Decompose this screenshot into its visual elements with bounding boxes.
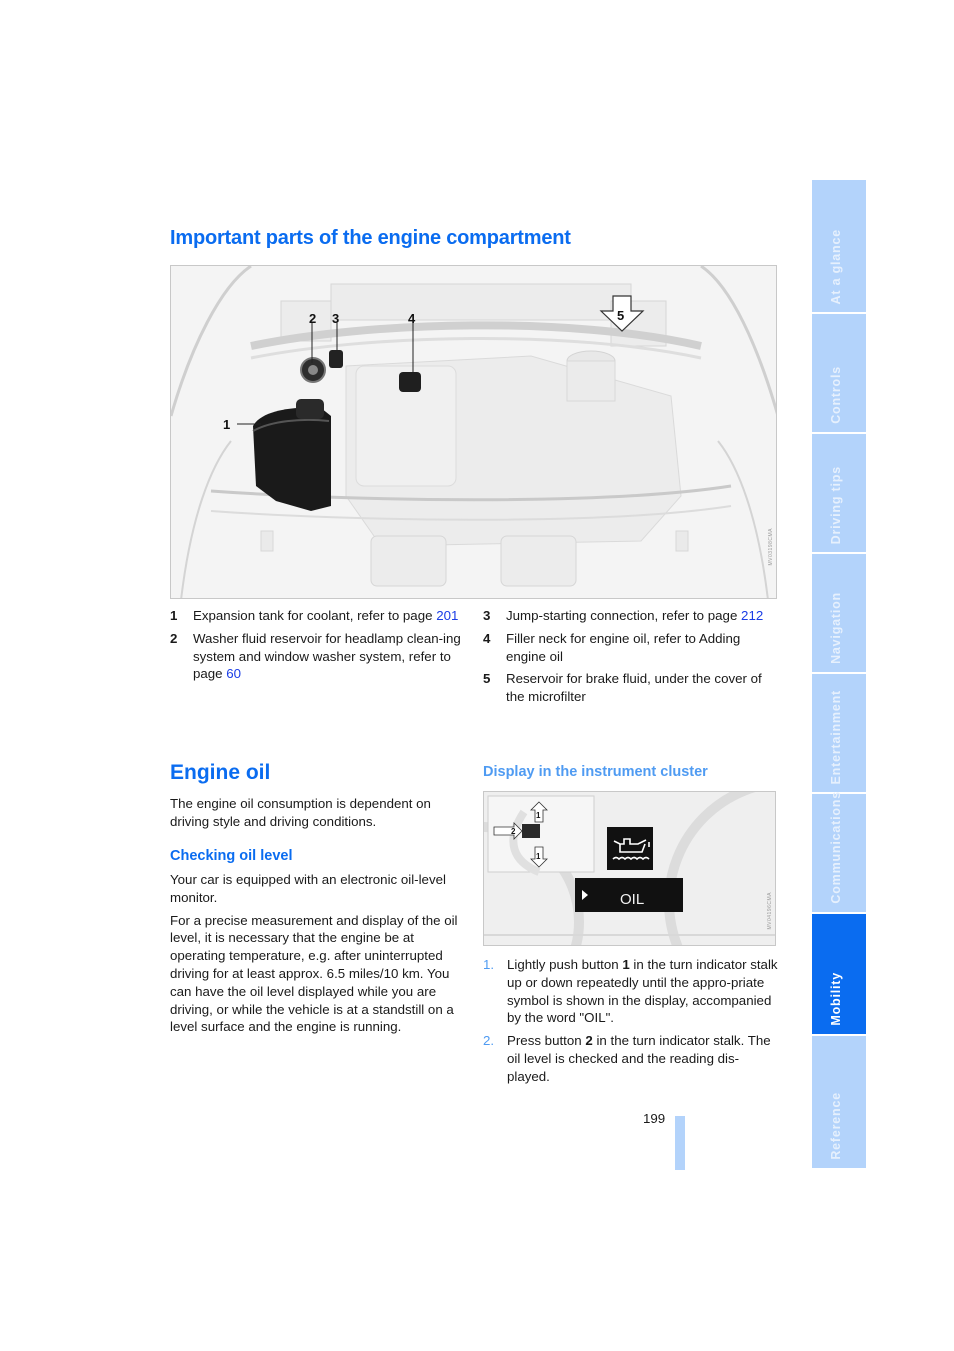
legend-text: Jump-starting connection, refer to page <box>506 608 742 623</box>
tab-controls[interactable]: Controls <box>812 314 866 432</box>
tab-label: Controls <box>829 366 843 424</box>
legend-item: 5 Reservoir for brake fluid, under the c… <box>483 670 779 706</box>
checking-oil-level-title: Checking oil level <box>170 848 293 864</box>
legend-left: 1 Expansion tank for coolant, refer to p… <box>170 607 466 688</box>
display-screen-text: OIL <box>620 891 644 908</box>
legend-item: 2 Washer fluid reservoir for headlamp cl… <box>170 630 466 683</box>
legend-text: Reservoir for brake fluid, under the cov… <box>506 671 762 705</box>
callout-3: 3 <box>332 311 339 326</box>
checking-paragraph-2: For a precise measurement and display of… <box>170 912 458 1035</box>
tab-at-a-glance[interactable]: At a glance <box>812 180 866 312</box>
checking-paragraph-1: Your car is equipped with an electronic … <box>170 872 446 905</box>
callout-5: 5 <box>617 308 624 323</box>
checking-oil-level-body: Your car is equipped with an electronic … <box>170 871 462 1041</box>
tab-label: Reference <box>829 1092 843 1160</box>
tab-label: Navigation <box>829 592 843 664</box>
button-label-2: 2 <box>511 827 516 836</box>
tab-label: Mobility <box>829 972 843 1026</box>
legend-item: 4 Filler neck for engine oil, refer to A… <box>483 630 779 666</box>
image-code: MV03198CMA <box>768 528 774 566</box>
legend-number: 3 <box>483 608 491 623</box>
legend-number: 4 <box>483 630 491 646</box>
step-item: 2. Press button 2 in the turn indicator … <box>483 1032 779 1085</box>
step-text: Press button <box>507 1033 586 1049</box>
step-bold: 1 <box>622 957 630 972</box>
engine-compartment-illustration: 2 3 4 1 5 <box>171 266 776 598</box>
tab-label: Driving tips <box>829 465 843 544</box>
engine-oil-title: Engine oil <box>170 761 271 784</box>
page-marker-bar <box>675 1116 685 1170</box>
legend-right: 3 Jump-starting connection, refer to pag… <box>483 607 779 711</box>
step-number: 1. <box>483 957 495 972</box>
button-label-1-up: 1 <box>536 811 541 820</box>
image-code: MV04196CMA <box>767 892 773 930</box>
step-item: 1. Lightly push button 1 in the turn ind… <box>483 956 779 1027</box>
engine-compartment-figure: 2 3 4 1 5 MV03198CMA <box>170 265 777 599</box>
intro-paragraph: The engine oil consumption is dependent … <box>170 796 431 829</box>
tab-label: Communications <box>829 791 843 904</box>
legend-number: 2 <box>170 630 178 646</box>
section-title: Important parts of the engine compartmen… <box>170 227 571 249</box>
step-text: Lightly push button <box>507 957 623 972</box>
callout-4: 4 <box>408 311 416 326</box>
tab-communications[interactable]: Communications <box>812 791 866 912</box>
legend-item: 3 Jump-starting connection, refer to pag… <box>483 607 779 625</box>
tab-reference[interactable]: Reference <box>812 1036 866 1168</box>
button-label-1-down: 1 <box>536 852 541 861</box>
legend-number: 5 <box>483 671 491 687</box>
instrument-cluster-illustration: 1 2 1 OIL <box>484 792 775 945</box>
callout-2: 2 <box>309 311 316 326</box>
step-bold: 2 <box>585 1033 593 1049</box>
legend-item: 1 Expansion tank for coolant, refer to p… <box>170 607 466 625</box>
tab-label: Entertainment <box>829 689 843 784</box>
engine-oil-intro: The engine oil consumption is dependent … <box>170 795 462 836</box>
legend-number: 1 <box>170 608 178 623</box>
callout-1: 1 <box>223 417 230 432</box>
legend-text: Filler neck for engine oil, refer to Add… <box>506 630 741 664</box>
page-link[interactable]: 60 <box>226 666 241 681</box>
tab-navigation[interactable]: Navigation <box>812 554 866 672</box>
instrument-cluster-figure: 1 2 1 OIL MV04196CMA <box>483 791 776 946</box>
page-link[interactable]: 212 <box>741 608 763 623</box>
step-number: 2. <box>483 1033 495 1049</box>
display-title: Display in the instrument cluster <box>483 764 708 780</box>
page-number: 199 <box>643 1111 666 1126</box>
tab-entertainment[interactable]: Entertainment <box>812 674 866 792</box>
tab-label: At a glance <box>829 228 843 305</box>
tab-mobility[interactable]: Mobility <box>812 914 866 1034</box>
instruction-steps: 1. Lightly push button 1 in the turn ind… <box>483 956 779 1091</box>
legend-text: Expansion tank for coolant, refer to pag… <box>193 608 437 623</box>
tab-driving-tips[interactable]: Driving tips <box>812 434 866 552</box>
page-link[interactable]: 201 <box>436 608 458 623</box>
